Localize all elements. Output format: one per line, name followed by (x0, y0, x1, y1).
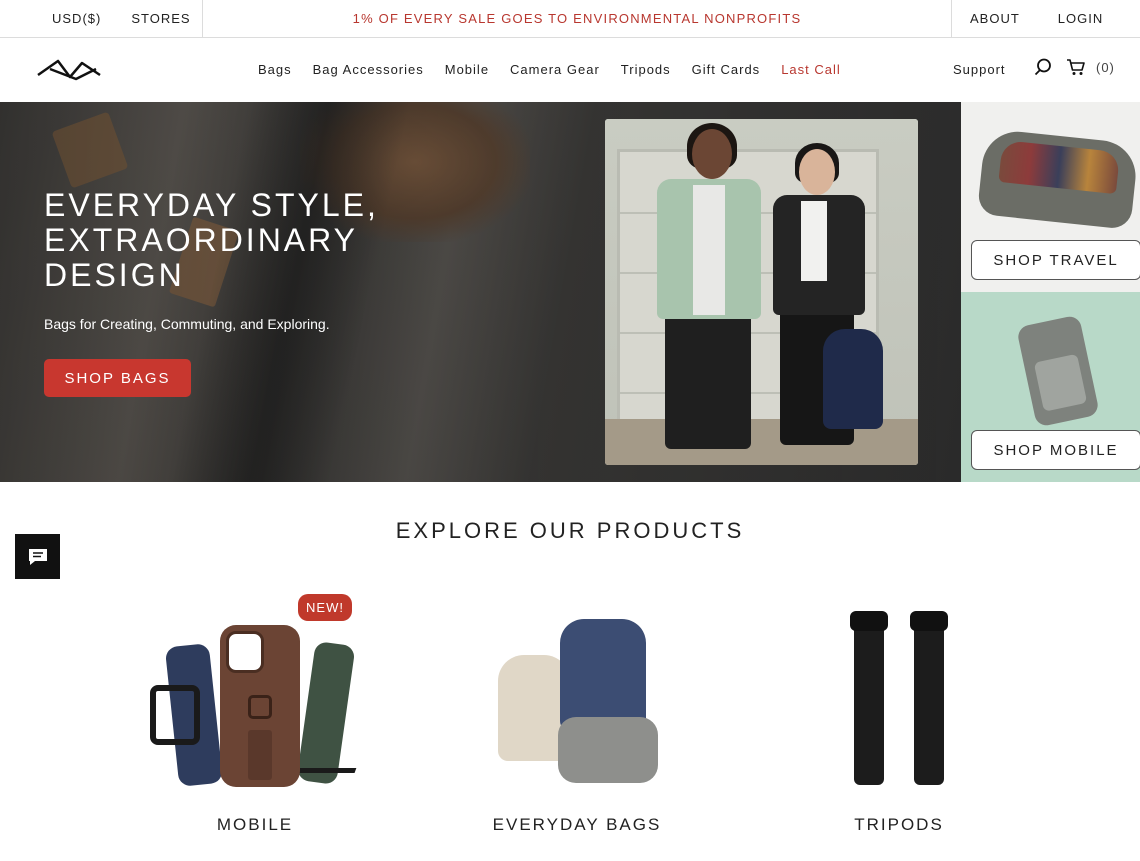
product-card-tripods-image[interactable] (784, 595, 1014, 795)
nav-item-last-call[interactable]: Last Call (781, 62, 841, 77)
promo-banner[interactable]: 1% OF EVERY SALE GOES TO ENVIRONMENTAL N… (203, 0, 951, 37)
stores-link[interactable]: STORES (131, 11, 190, 26)
login-link[interactable]: LOGIN (1058, 11, 1103, 26)
utility-right: ABOUT LOGIN (951, 0, 1140, 37)
hero-title-line: EXTRAORDINARY (44, 222, 359, 258)
travel-tile[interactable]: SHOP TRAVEL (961, 102, 1140, 292)
nav-item-bags[interactable]: Bags (258, 62, 292, 77)
shop-mobile-button[interactable]: SHOP MOBILE (971, 430, 1140, 470)
hero-title-line: DESIGN (44, 257, 185, 293)
cart-icon[interactable] (1066, 58, 1086, 76)
currency-selector[interactable]: USD($) (52, 11, 101, 26)
shop-bags-button[interactable]: SHOP BAGS (44, 359, 191, 397)
new-badge: NEW! (298, 594, 352, 621)
nav-item-bag-accessories[interactable]: Bag Accessories (313, 62, 424, 77)
travel-pouch-image (976, 128, 1140, 230)
hero-title-line: EVERYDAY STYLE, (44, 187, 379, 223)
product-label-bags[interactable]: EVERYDAY BAGS (462, 815, 692, 835)
chat-widget-button[interactable] (15, 534, 60, 579)
hero-title: EVERYDAY STYLE, EXTRAORDINARY DESIGN (44, 188, 464, 293)
product-card-bags-image[interactable] (462, 595, 692, 795)
nav-item-camera-gear[interactable]: Camera Gear (510, 62, 600, 77)
search-icon[interactable] (1034, 58, 1052, 76)
hero-subtitle: Bags for Creating, Commuting, and Explor… (44, 316, 330, 332)
brand-logo[interactable] (36, 55, 102, 83)
section-title: EXPLORE OUR PRODUCTS (395, 518, 745, 543)
phone-stand-image (1016, 314, 1100, 428)
primary-menu: Bags Bag Accessories Mobile Camera Gear … (258, 62, 841, 77)
hero-lifestyle-photo (605, 119, 918, 465)
mobile-tile[interactable]: SHOP MOBILE (961, 292, 1140, 482)
cart-count[interactable]: (0) (1096, 60, 1115, 75)
utility-bar: USD($) STORES 1% OF EVERY SALE GOES TO E… (0, 0, 1140, 38)
product-label-tripods[interactable]: TRIPODS (784, 815, 1014, 835)
hero-banner: EVERYDAY STYLE, EXTRAORDINARY DESIGN Bag… (0, 102, 961, 482)
chat-icon (28, 548, 47, 565)
nav-item-gift-cards[interactable]: Gift Cards (692, 62, 761, 77)
utility-left: USD($) STORES (0, 0, 203, 37)
about-link[interactable]: ABOUT (970, 11, 1020, 26)
main-nav: Bags Bag Accessories Mobile Camera Gear … (0, 38, 1140, 102)
product-card-mobile-image[interactable] (140, 595, 370, 795)
nav-item-mobile[interactable]: Mobile (445, 62, 489, 77)
product-label-mobile[interactable]: MOBILE (140, 815, 370, 835)
nav-item-tripods[interactable]: Tripods (621, 62, 671, 77)
shop-travel-button[interactable]: SHOP TRAVEL (971, 240, 1140, 280)
support-link[interactable]: Support (953, 62, 1006, 77)
